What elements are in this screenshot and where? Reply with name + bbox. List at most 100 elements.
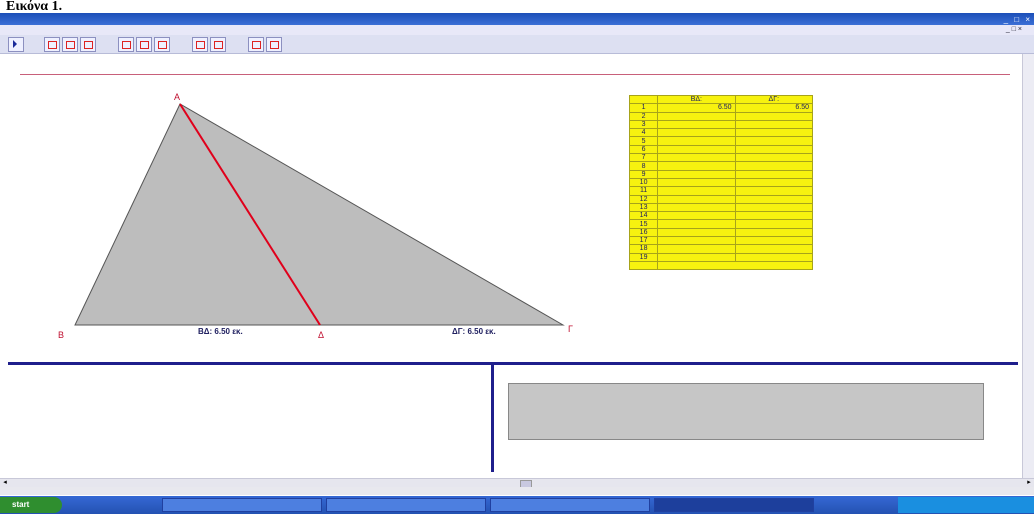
measurements-table: ΒΔ: ΔΓ: 1 6.50 6.50 2 3 4 5 6 7 8 9 10 11 12 13 14 15 16 1… <box>628 94 814 271</box>
table-cell <box>734 136 814 146</box>
table-cell <box>657 236 736 246</box>
table-cell <box>734 161 814 171</box>
taskbar-item[interactable] <box>162 498 322 512</box>
table-header: ΒΔ: <box>657 94 736 105</box>
check-property-tool-icon[interactable] <box>192 37 208 52</box>
table-cell <box>734 119 814 130</box>
table-cell <box>734 177 814 188</box>
window-titlebar: _ □ × <box>0 13 1034 25</box>
pointer-tool-icon[interactable] <box>8 37 24 52</box>
table-cell <box>734 244 814 254</box>
table-cell <box>734 219 814 229</box>
table-row: 17 <box>628 236 814 246</box>
table-footer-row <box>628 260 813 271</box>
table-row: 2 <box>628 111 814 121</box>
table-cell <box>734 128 814 138</box>
table-cell <box>734 194 814 204</box>
table-cell <box>657 177 736 188</box>
document-caption: Εικόνα 1. <box>6 0 1006 14</box>
vertex-g-label: Γ <box>568 324 573 334</box>
row-index: 13 <box>628 202 659 213</box>
table-cell <box>657 119 736 130</box>
table-cell <box>657 252 736 262</box>
table-row: 19 <box>628 252 814 262</box>
table-cell <box>734 202 814 213</box>
row-index: 4 <box>628 128 659 138</box>
table-cell <box>657 128 736 138</box>
table-cell <box>734 186 814 196</box>
taskbar-item-active[interactable] <box>654 498 814 512</box>
table-row: 10 <box>628 177 814 188</box>
row-index: 5 <box>628 136 659 146</box>
transform-tool-icon[interactable] <box>136 37 152 52</box>
triangle-figure[interactable]: Α Β Γ Δ ΒΔ: 6.50 εκ. ΔΓ: 6.50 εκ. <box>0 54 620 354</box>
display-tool-icon[interactable] <box>248 37 264 52</box>
table-row: 18 <box>628 244 814 254</box>
window-controls[interactable]: _ □ × <box>1004 14 1032 25</box>
taskbar-item[interactable] <box>490 498 650 512</box>
table-row: 6 <box>628 144 814 155</box>
table-cell <box>734 153 814 163</box>
table-header <box>628 94 659 105</box>
table-row: 12 <box>628 194 814 204</box>
table-cell: 6.50 <box>657 103 736 113</box>
triangle-abg[interactable] <box>74 103 565 326</box>
table-row: 15 <box>628 219 814 229</box>
table-cell <box>657 111 736 121</box>
row-index: 9 <box>628 169 659 179</box>
table-cell <box>734 252 814 262</box>
row-index: 3 <box>628 119 659 130</box>
table-cell <box>657 227 736 238</box>
row-index: 14 <box>628 211 659 221</box>
row-index: 10 <box>628 177 659 188</box>
table-cell <box>657 153 736 163</box>
table-cell <box>734 227 814 238</box>
row-index: 18 <box>628 244 659 254</box>
construct-tool-icon[interactable] <box>118 37 134 52</box>
answer-field[interactable] <box>508 383 984 440</box>
measure-bd: ΒΔ: 6.50 εκ. <box>198 327 243 336</box>
vertex-a-label: Α <box>174 92 180 102</box>
table-row: 7 <box>628 153 814 163</box>
table-cell: 6.50 <box>734 103 814 113</box>
measure-dg: ΔΓ: 6.50 εκ. <box>452 327 496 336</box>
status-bar <box>0 487 1034 495</box>
row-index: 6 <box>628 144 659 155</box>
draw-tool-icon[interactable] <box>266 37 282 52</box>
point-tool-icon[interactable] <box>44 37 60 52</box>
row-index: 19 <box>628 252 659 262</box>
toolbar <box>0 35 1034 54</box>
table-cell <box>734 211 814 221</box>
start-button[interactable]: start <box>0 497 62 513</box>
line-tool-icon[interactable] <box>62 37 78 52</box>
table-row: 8 <box>628 161 814 171</box>
table-cell <box>657 144 736 155</box>
curve-tool-icon[interactable] <box>80 37 96 52</box>
table-header: ΔΓ: <box>734 94 814 105</box>
taskbar-item[interactable] <box>326 498 486 512</box>
caption-prefix: Εικόνα 1. <box>6 0 63 14</box>
table-footer[interactable] <box>657 260 813 271</box>
document-controls[interactable]: _ □ × <box>1006 25 1022 35</box>
table-cell <box>734 169 814 179</box>
point-d-label: Δ <box>318 330 324 340</box>
row-index: 2 <box>628 111 659 121</box>
scroll-right-icon[interactable]: ▸ <box>1024 479 1034 487</box>
table-cell <box>657 194 736 204</box>
table-row: 16 <box>628 227 814 238</box>
horizontal-scrollbar[interactable]: ◂ ▸ <box>0 478 1034 488</box>
scroll-left-icon[interactable]: ◂ <box>0 479 10 487</box>
measure-tool-icon[interactable] <box>210 37 226 52</box>
table-row: 5 <box>628 136 814 146</box>
row-index: 1 <box>628 103 659 113</box>
vertex-b-label: Β <box>58 330 64 340</box>
table-row: 3 <box>628 119 814 130</box>
table-cell <box>657 169 736 179</box>
row-index: 11 <box>628 186 659 196</box>
vertical-scrollbar[interactable] <box>1022 54 1034 478</box>
table-header-row: ΒΔ: ΔΓ: <box>628 94 814 105</box>
macro-tool-icon[interactable] <box>154 37 170 52</box>
table-cell <box>657 186 736 196</box>
table-row: 4 <box>628 128 814 138</box>
table-cell <box>657 202 736 213</box>
